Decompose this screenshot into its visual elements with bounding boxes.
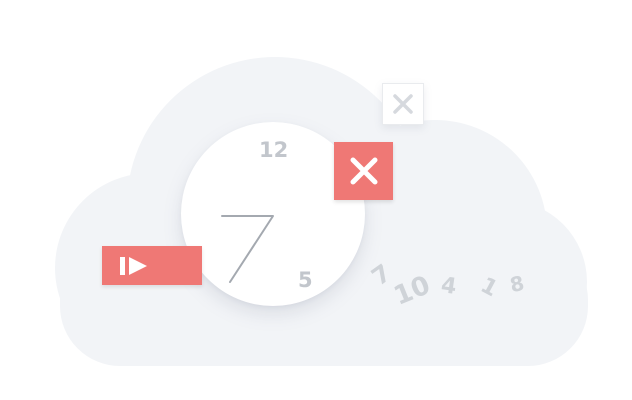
close-icon — [350, 157, 377, 185]
clock-number-5: 5 — [298, 268, 313, 292]
clock-number-12: 12 — [259, 138, 289, 162]
illustration-stage: 12 5 7 10 4 1 8 — [0, 0, 632, 400]
play-step-button[interactable] — [102, 246, 202, 285]
close-button-secondary[interactable] — [382, 83, 424, 125]
close-icon — [393, 94, 413, 114]
close-button-primary[interactable] — [334, 142, 393, 200]
play-step-icon — [120, 257, 147, 275]
scattered-number: 4 — [439, 273, 459, 300]
